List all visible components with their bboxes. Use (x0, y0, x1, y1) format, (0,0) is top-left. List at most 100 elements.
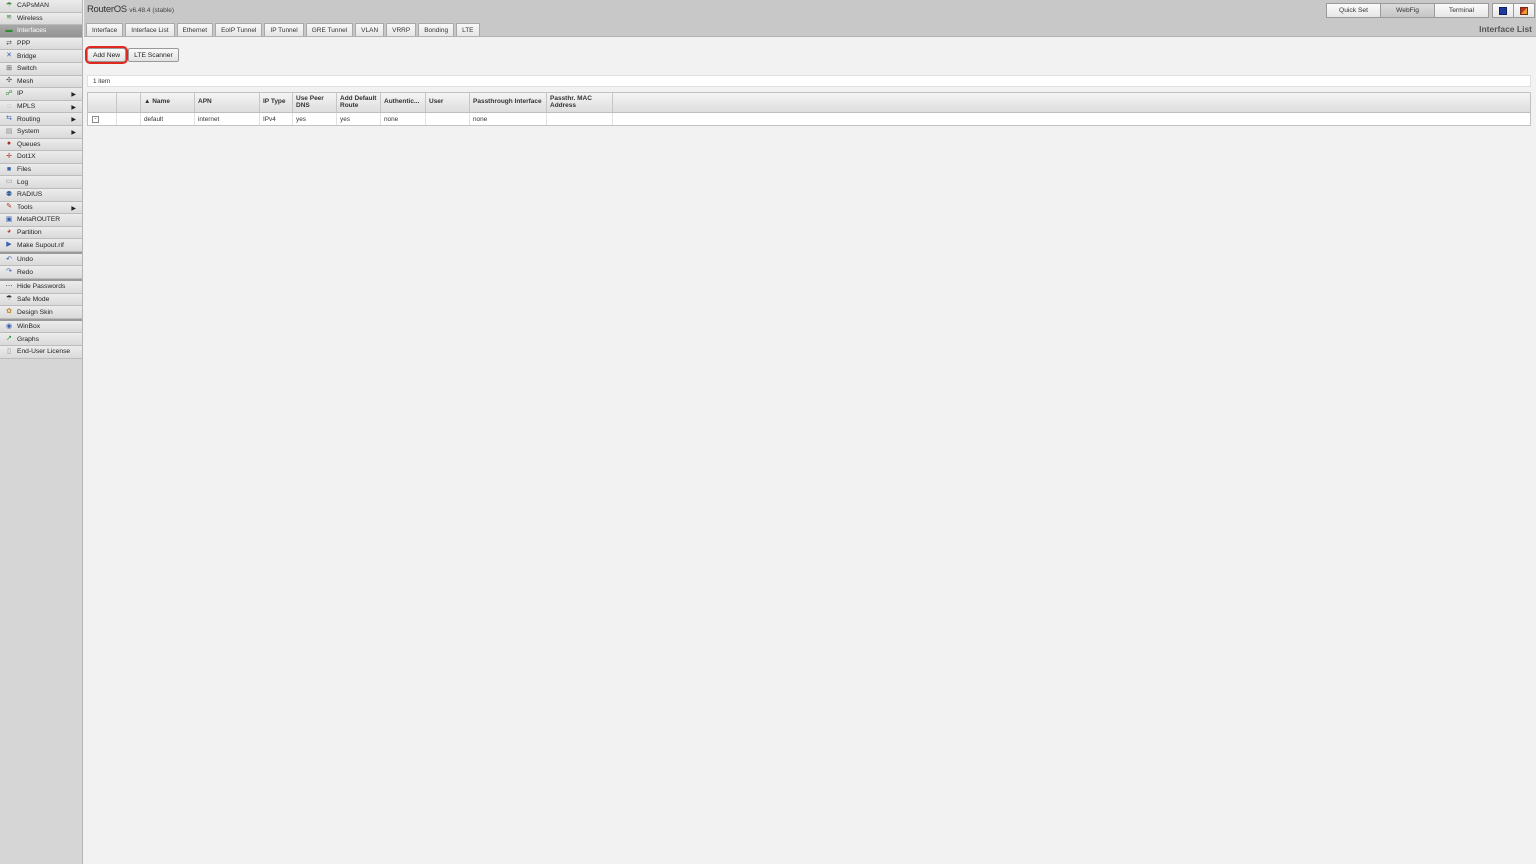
column-header[interactable]: Passthr. MAC Address (547, 93, 613, 112)
sidebar-item-wireless[interactable]: ≋ Wireless (0, 12, 82, 26)
license-icon: ▯ (7, 347, 11, 355)
quick-set-button[interactable]: Quick Set (1326, 3, 1381, 18)
cell-passthrough-mac (547, 113, 613, 125)
tab-bonding[interactable]: Bonding (418, 23, 455, 36)
sidebar-item-winbox[interactable]: ◉ WinBox (0, 320, 82, 334)
tab-vlan[interactable]: VLAN (355, 23, 385, 36)
column-header[interactable] (117, 93, 141, 112)
radius-icon: ⚉ (5, 190, 13, 198)
sidebar-item-graphs[interactable]: ↗ Graphs (0, 333, 82, 347)
sidebar-item-design-skin[interactable]: ✿ Design Skin (0, 306, 82, 319)
sidebar-item-files[interactable]: ■ Files (0, 163, 82, 177)
sidebar-item-log[interactable]: ▭ Log (0, 176, 82, 189)
submenu-arrow-icon: ▶ (71, 117, 76, 124)
sidebar-item-ppp[interactable]: ⇄ PPP (0, 37, 82, 51)
sidebar-item-system[interactable]: ▤ System ▶ (0, 125, 82, 139)
sidebar-item-bridge[interactable]: ✕ Bridge (0, 50, 82, 63)
ip-icon: ☍ (5, 89, 13, 97)
sidebar-item-label: MetaROUTER (17, 216, 61, 224)
column-header[interactable]: IP Type (260, 93, 293, 112)
tab-interface-list[interactable]: Interface List (125, 23, 175, 36)
sidebar-item-make-supout-rif[interactable]: ▶ Make Supout.rif (0, 239, 82, 252)
cell-name: default (141, 113, 195, 125)
ppp-icon: ⇄ (6, 39, 12, 47)
layout-button[interactable] (1513, 3, 1535, 18)
sidebar-item-interfaces[interactable]: ▬ Interfaces (0, 25, 82, 38)
mode-bar: Quick Set WebFig Terminal (1326, 3, 1535, 18)
sidebar-item-partition[interactable]: ◕ Partition (0, 226, 82, 240)
column-header-filler (613, 93, 1530, 112)
sidebar-item-capsman[interactable]: ☂ CAPsMAN (0, 0, 82, 13)
sidebar-item-undo[interactable]: ↶ Undo (0, 253, 82, 267)
cell-ip-type: IPv4 (260, 113, 293, 125)
sidebar-item-label: Make Supout.rif (17, 241, 64, 249)
sidebar-item-mpls[interactable]: ◌ MPLS ▶ (0, 100, 82, 114)
sidebar-item-label: Bridge (17, 52, 37, 60)
system-icon: ▤ (5, 127, 13, 135)
column-header[interactable]: APN (195, 93, 260, 112)
sidebar-item-label: Switch (17, 65, 37, 73)
tab-gre-tunnel[interactable]: GRE Tunnel (305, 23, 354, 36)
column-header[interactable]: Passthrough Interface (470, 93, 547, 112)
top-bar: RouterOS v6.48.4 (stable) Interface Inter… (84, 0, 1536, 37)
sidebar-item-dot1x[interactable]: ✛ Dot1X (0, 151, 82, 164)
table-row[interactable]: - default internet IPv4 yes yes none none (88, 113, 1530, 125)
tab-ip-tunnel[interactable]: IP Tunnel (264, 23, 304, 36)
sidebar-item-safe-mode[interactable]: ☂ Safe Mode (0, 293, 82, 307)
sidebar-item-hide-passwords[interactable]: ⋯ Hide Passwords (0, 281, 82, 294)
winbox-icon: ◉ (5, 322, 13, 330)
tab-interface[interactable]: Interface (86, 23, 124, 36)
lte-scanner-button[interactable]: LTE Scanner (128, 48, 179, 62)
tab-ethernet[interactable]: Ethernet (176, 23, 214, 36)
sidebar-item-label: Graphs (17, 335, 39, 343)
column-header[interactable]: User (426, 93, 470, 112)
tab-lte[interactable]: LTE (456, 23, 480, 36)
cell-add-default-route: yes (337, 113, 381, 125)
sidebar-item-label: Tools (17, 203, 33, 211)
tab-vrrp[interactable]: VRRP (386, 23, 417, 36)
sidebar-item-label: Undo (17, 256, 33, 264)
add-new-button[interactable]: Add New (84, 46, 129, 64)
hide-passwords-icon: ⋯ (5, 282, 13, 290)
column-header[interactable]: Use Peer DNS (293, 93, 337, 112)
column-header[interactable]: Add Default Route (337, 93, 381, 112)
terminal-button[interactable]: Terminal (1434, 3, 1489, 18)
sidebar-item-radius[interactable]: ⚉ RADIUS (0, 188, 82, 202)
supout-icon: ▶ (6, 241, 12, 249)
page-title: Interface List (1479, 24, 1532, 34)
sidebar-item-mesh[interactable]: ✣ Mesh (0, 75, 82, 89)
brand-version: v6.48.4 (stable) (129, 7, 174, 14)
sidebar-item-label: System (17, 128, 40, 136)
column-header[interactable]: Authentic... (381, 93, 426, 112)
webfig-button[interactable]: WebFig (1380, 3, 1435, 18)
sidebar-item-end-user-license[interactable]: ▯ End-User License (0, 346, 82, 359)
sidebar-item-routing[interactable]: ⇆ Routing ▶ (0, 113, 82, 126)
sidebar-item-label: Design Skin (17, 308, 53, 316)
submenu-arrow-icon: ▶ (71, 92, 76, 99)
column-header[interactable]: ▲ Name (141, 93, 195, 112)
sidebar-item-ip[interactable]: ☍ IP ▶ (0, 88, 82, 101)
safe-mode-icon: ☂ (5, 295, 13, 303)
sidebar-item-label: Interfaces (17, 27, 47, 35)
undo-icon: ↶ (6, 255, 12, 263)
sidebar-item-redo[interactable]: ↷ Redo (0, 266, 82, 280)
sidebar-item-switch[interactable]: ⊞ Switch (0, 62, 82, 76)
layout-icon (1520, 6, 1528, 15)
save-button[interactable] (1492, 3, 1514, 18)
switch-icon: ⊞ (6, 64, 12, 72)
sidebar-item-metarouter[interactable]: ▣ MetaROUTER (0, 214, 82, 227)
sidebar-item-label: Safe Mode (17, 295, 50, 303)
sidebar-item-tools[interactable]: ✎ Tools ▶ (0, 201, 82, 215)
brand: RouterOS v6.48.4 (stable) (87, 4, 174, 15)
log-icon: ▭ (5, 178, 13, 186)
sidebar-item-label: Mesh (17, 77, 34, 85)
sidebar-item-label: CAPsMAN (17, 2, 49, 10)
collapse-icon[interactable]: - (92, 115, 99, 123)
submenu-arrow-icon: ▶ (71, 205, 76, 212)
toolbar: Add New LTE Scanner (84, 46, 179, 64)
queues-icon: ● (6, 140, 12, 148)
column-header[interactable] (88, 93, 117, 112)
sidebar-item-queues[interactable]: ● Queues (0, 138, 82, 152)
cell-apn: internet (195, 113, 260, 125)
tab-eoip-tunnel[interactable]: EoIP Tunnel (215, 23, 263, 36)
